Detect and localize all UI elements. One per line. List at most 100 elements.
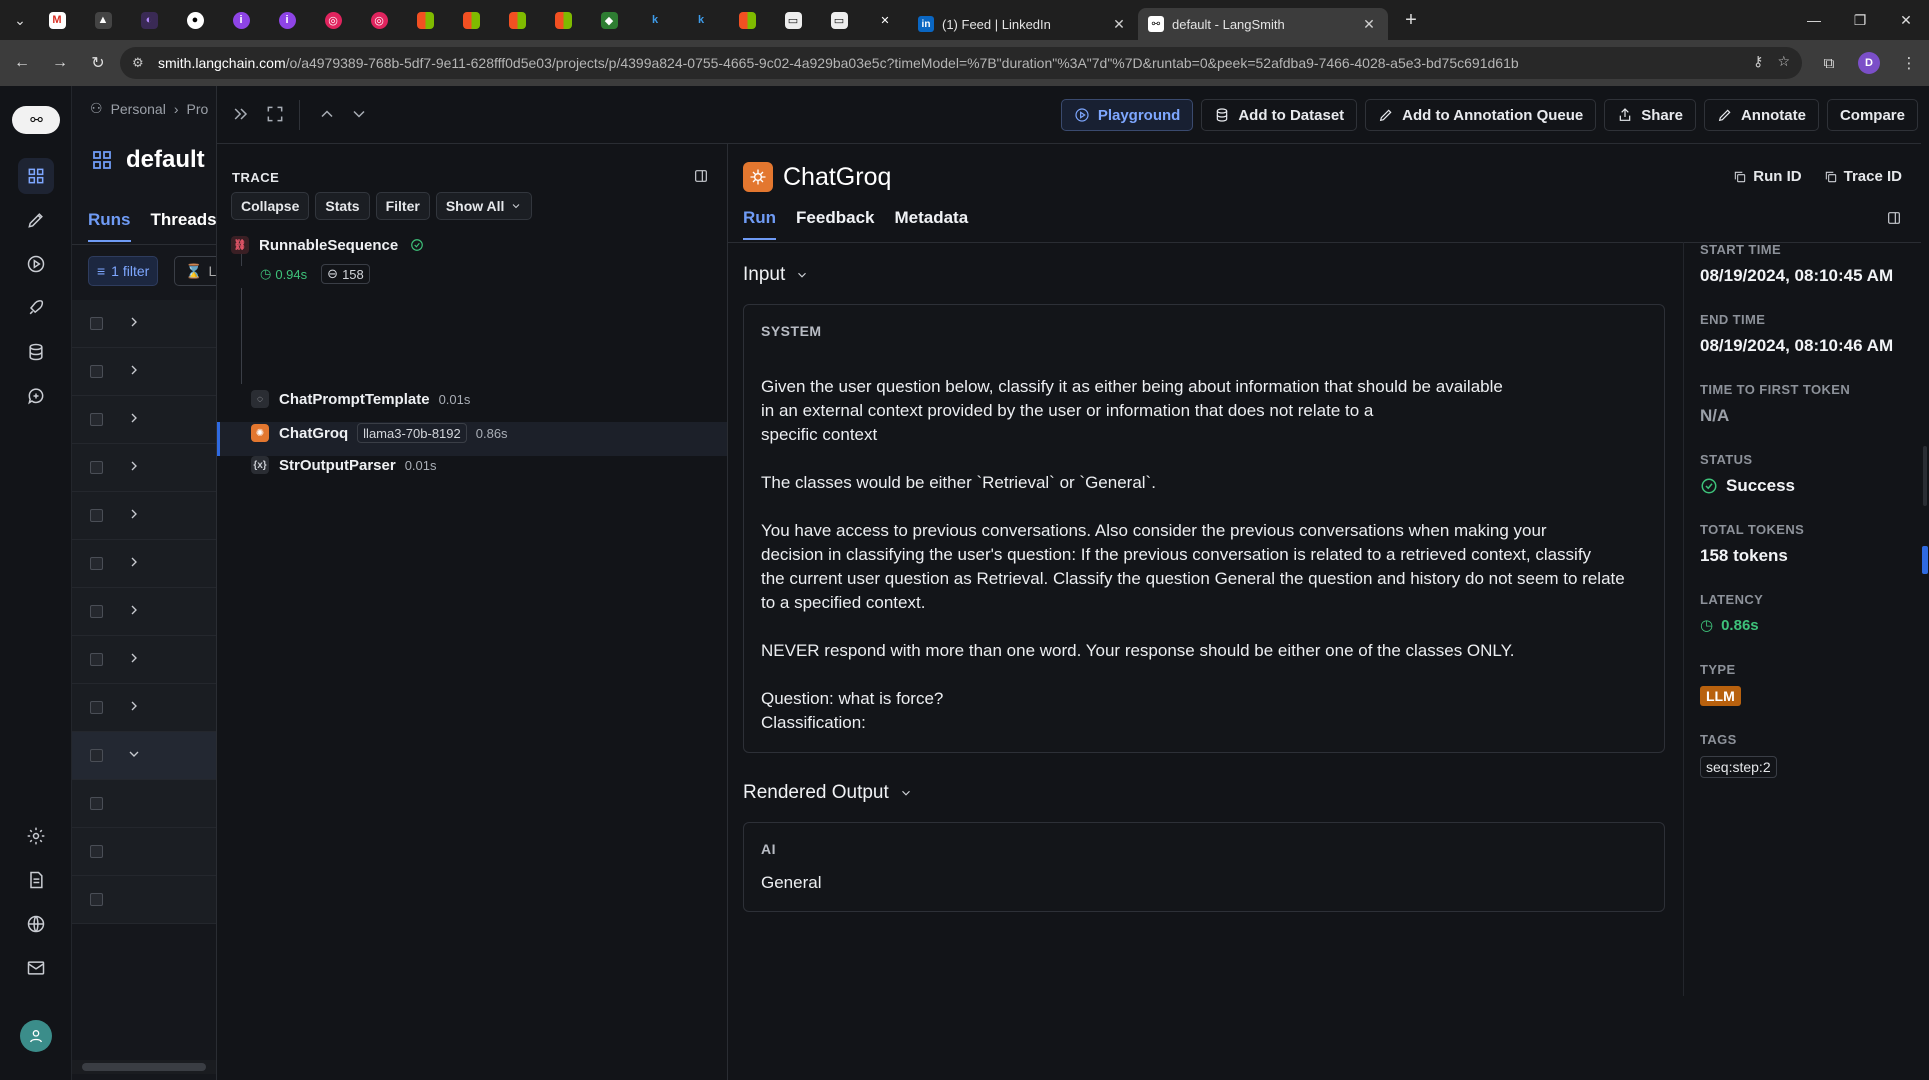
close-icon[interactable]: ✕ (1110, 16, 1128, 33)
stats-button[interactable]: Stats (315, 192, 370, 220)
chevron-down-icon[interactable] (126, 746, 142, 762)
horizontal-scrollbar[interactable] (72, 1060, 216, 1074)
row-checkbox[interactable] (90, 365, 103, 378)
chevron-right-icon[interactable] (126, 650, 142, 666)
row-checkbox[interactable] (90, 557, 103, 570)
new-tab-button[interactable]: + (1396, 9, 1426, 32)
chevron-right-icon[interactable] (126, 362, 142, 378)
table-row-child[interactable] (72, 780, 216, 828)
profile-button[interactable]: D (1849, 47, 1889, 79)
database-icon[interactable] (18, 334, 54, 370)
pinned-tab-13[interactable]: ◆ (586, 0, 632, 40)
chat-plus-icon[interactable] (18, 378, 54, 414)
row-checkbox[interactable] (90, 797, 103, 810)
pinned-tab-ms-4[interactable] (540, 0, 586, 40)
latency-filter-button[interactable]: ⌛ La (174, 256, 216, 286)
chevron-up-icon[interactable] (317, 104, 337, 124)
trace-node-chatgroq[interactable]: ✺ ChatGroq llama3-70b-8192 0.86s (251, 423, 508, 443)
row-checkbox[interactable] (90, 845, 103, 858)
output-section-toggle[interactable]: Rendered Output (743, 782, 913, 804)
chevron-right-icon[interactable] (126, 314, 142, 330)
address-bar[interactable]: ⚙ smith.langchain.com/o/a4979389-768b-5d… (120, 47, 1802, 79)
vertical-scrollbar[interactable] (1921, 86, 1929, 1080)
table-row[interactable] (72, 492, 216, 540)
table-row[interactable] (72, 588, 216, 636)
chevron-right-icon[interactable] (126, 458, 142, 474)
pinned-tab-17[interactable]: ▭ (770, 0, 816, 40)
share-button[interactable]: Share (1604, 99, 1696, 131)
langsmith-logo[interactable]: ⚯ (12, 106, 60, 134)
pinned-tab-6[interactable]: i (264, 0, 310, 40)
add-to-dataset-button[interactable]: Add to Dataset (1201, 99, 1358, 131)
row-checkbox[interactable] (90, 317, 103, 330)
tab-feedback[interactable]: Feedback (796, 208, 874, 228)
table-row[interactable] (72, 300, 216, 348)
trace-node-str-output-parser[interactable]: {x} StrOutputParser 0.01s (251, 456, 437, 474)
show-all-dropdown[interactable]: Show All (435, 192, 533, 220)
chevron-down-icon[interactable] (349, 104, 369, 124)
row-checkbox[interactable] (90, 653, 103, 666)
row-checkbox[interactable] (90, 605, 103, 618)
tab-linkedin[interactable]: in (1) Feed | LinkedIn ✕ (908, 8, 1138, 40)
input-section-toggle[interactable]: Input (743, 264, 809, 286)
table-row[interactable] (72, 540, 216, 588)
tab-run[interactable]: Run (743, 208, 777, 240)
collapse-panel-icon[interactable] (231, 104, 251, 124)
close-window-icon[interactable]: ✕ (1883, 0, 1929, 40)
tab-threads[interactable]: Threads (151, 210, 217, 230)
extensions-icon[interactable]: ⧉ (1809, 47, 1849, 79)
table-row[interactable] (72, 444, 216, 492)
restore-icon[interactable]: ❐ (1837, 0, 1883, 40)
play-circle-icon[interactable] (18, 246, 54, 282)
chevron-right-icon[interactable] (126, 602, 142, 618)
copy-trace-id-button[interactable]: Trace ID (1824, 168, 1902, 185)
expand-icon[interactable] (265, 104, 285, 124)
row-checkbox[interactable] (90, 749, 103, 762)
pinned-tab-18[interactable]: ▭ (816, 0, 862, 40)
filter-button[interactable]: Filter (375, 192, 430, 220)
add-to-annotation-queue-button[interactable]: Add to Annotation Queue (1365, 99, 1597, 131)
rocket-icon[interactable] (18, 290, 54, 326)
pinned-tab-3[interactable]: ◐ (126, 0, 172, 40)
bookmark-star-icon[interactable]: ☆ (1777, 53, 1790, 70)
pinned-tab-k2[interactable]: k (678, 0, 724, 40)
pinned-tab-7[interactable]: ◎ (310, 0, 356, 40)
reload-icon[interactable]: ↻ (82, 47, 114, 79)
table-row-child[interactable] (72, 876, 216, 924)
browser-menu-icon[interactable]: ⋮ (1889, 47, 1929, 79)
projects-icon[interactable] (18, 158, 54, 194)
table-row[interactable] (72, 396, 216, 444)
row-checkbox[interactable] (90, 509, 103, 522)
row-checkbox[interactable] (90, 413, 103, 426)
trace-node-chat-prompt-template[interactable]: ◌ ChatPromptTemplate 0.01s (251, 390, 470, 408)
chevron-right-icon[interactable] (126, 698, 142, 714)
table-row-child[interactable] (72, 828, 216, 876)
pinned-tab-ms-5[interactable] (724, 0, 770, 40)
breadcrumb-personal[interactable]: Personal (111, 101, 166, 117)
tab-search-icon[interactable]: ⌄ (6, 6, 34, 34)
row-checkbox[interactable] (90, 461, 103, 474)
forward-icon[interactable]: → (44, 47, 76, 79)
sidebar-toggle-icon[interactable] (1886, 210, 1902, 226)
breadcrumb-projects[interactable]: Pro (187, 101, 209, 117)
settings-gear-icon[interactable] (18, 818, 54, 854)
password-key-icon[interactable]: ⚷ (1753, 53, 1763, 70)
chevron-right-icon[interactable] (126, 410, 142, 426)
collapse-button[interactable]: Collapse (231, 192, 310, 220)
minimize-icon[interactable]: — (1791, 0, 1837, 40)
scrollbar-thumb[interactable] (1923, 446, 1927, 506)
playground-button[interactable]: Playground (1060, 99, 1194, 131)
globe-icon[interactable] (18, 906, 54, 942)
filter-button[interactable]: ≡ 1 filter (88, 256, 159, 286)
pinned-tab-8[interactable]: ◎ (356, 0, 402, 40)
compare-button[interactable]: Compare (1826, 99, 1918, 131)
table-row[interactable] (72, 684, 216, 732)
copy-run-id-button[interactable]: Run ID (1733, 168, 1802, 185)
back-icon[interactable]: ← (6, 47, 38, 79)
table-row[interactable] (72, 348, 216, 396)
pinned-tab-ms-2[interactable] (448, 0, 494, 40)
tab-metadata[interactable]: Metadata (894, 208, 968, 228)
pinned-tab-ms-1[interactable] (402, 0, 448, 40)
pinned-tab-2[interactable]: ▲ (80, 0, 126, 40)
trace-node-runnable-sequence[interactable]: ⛓ RunnableSequence (231, 236, 424, 254)
